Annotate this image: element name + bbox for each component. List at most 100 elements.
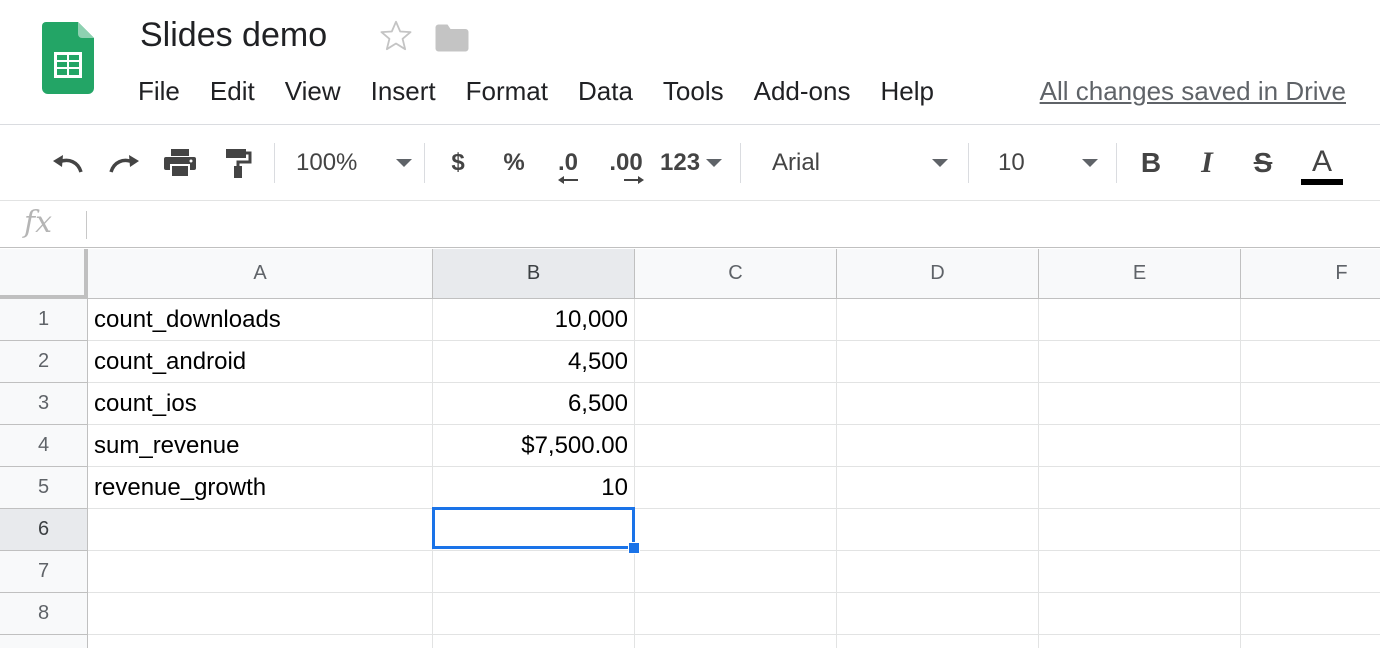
- cell-e9[interactable]: [1039, 635, 1241, 648]
- menu-edit[interactable]: Edit: [195, 74, 270, 108]
- cell-c9[interactable]: [635, 635, 837, 648]
- row-header-1[interactable]: 1: [0, 299, 88, 341]
- cell-e4[interactable]: [1039, 425, 1241, 467]
- sheets-logo-icon[interactable]: [42, 22, 94, 94]
- paint-format-button[interactable]: [218, 125, 258, 201]
- font-size-dropdown[interactable]: 10: [998, 125, 1098, 201]
- column-header-d[interactable]: D: [837, 249, 1039, 299]
- star-icon[interactable]: [378, 18, 414, 54]
- decrease-decimal-button[interactable]: .0: [548, 125, 588, 201]
- cell-b7[interactable]: [433, 551, 635, 593]
- bold-button[interactable]: B: [1136, 125, 1166, 201]
- cell-d1[interactable]: [837, 299, 1039, 341]
- redo-button[interactable]: [104, 125, 144, 201]
- column-header-c[interactable]: C: [635, 249, 837, 299]
- cell-f6[interactable]: [1241, 509, 1380, 551]
- cell-e8[interactable]: [1039, 593, 1241, 635]
- cell-c2[interactable]: [635, 341, 837, 383]
- cell-c1[interactable]: [635, 299, 837, 341]
- cell-d7[interactable]: [837, 551, 1039, 593]
- print-button[interactable]: [160, 125, 200, 201]
- row-header-9[interactable]: [0, 635, 88, 648]
- cell-f7[interactable]: [1241, 551, 1380, 593]
- cell-f8[interactable]: [1241, 593, 1380, 635]
- cell-a5[interactable]: revenue_growth: [88, 467, 433, 509]
- cell-d9[interactable]: [837, 635, 1039, 648]
- column-header-e[interactable]: E: [1039, 249, 1241, 299]
- select-all-corner[interactable]: [0, 249, 88, 299]
- row-header-4[interactable]: 4: [0, 425, 88, 467]
- cell-d3[interactable]: [837, 383, 1039, 425]
- menu-format[interactable]: Format: [451, 74, 563, 108]
- save-status-link[interactable]: All changes saved in Drive: [1040, 74, 1346, 108]
- cell-f5[interactable]: [1241, 467, 1380, 509]
- formula-input[interactable]: [96, 207, 1356, 241]
- column-header-a[interactable]: A: [88, 249, 433, 299]
- cell-e1[interactable]: [1039, 299, 1241, 341]
- menu-help[interactable]: Help: [865, 74, 948, 108]
- cell-b4[interactable]: $7,500.00: [433, 425, 635, 467]
- cell-c4[interactable]: [635, 425, 837, 467]
- cell-b1[interactable]: 10,000: [433, 299, 635, 341]
- cell-b3[interactable]: 6,500: [433, 383, 635, 425]
- cell-e7[interactable]: [1039, 551, 1241, 593]
- row-header-2[interactable]: 2: [0, 341, 88, 383]
- cell-c8[interactable]: [635, 593, 837, 635]
- cell-a4[interactable]: sum_revenue: [88, 425, 433, 467]
- cell-d2[interactable]: [837, 341, 1039, 383]
- cell-c3[interactable]: [635, 383, 837, 425]
- cell-f3[interactable]: [1241, 383, 1380, 425]
- cell-c6[interactable]: [635, 509, 837, 551]
- cell-f9[interactable]: [1241, 635, 1380, 648]
- row-header-6[interactable]: 6: [0, 509, 88, 551]
- row-header-5[interactable]: 5: [0, 467, 88, 509]
- cell-b2[interactable]: 4,500: [433, 341, 635, 383]
- cell-e3[interactable]: [1039, 383, 1241, 425]
- percent-format-button[interactable]: %: [500, 125, 528, 201]
- document-title[interactable]: Slides demo: [140, 16, 327, 55]
- cell-a2[interactable]: count_android: [88, 341, 433, 383]
- folder-icon[interactable]: [434, 22, 470, 54]
- italic-button[interactable]: I: [1192, 125, 1222, 201]
- menu-insert[interactable]: Insert: [356, 74, 451, 108]
- cell-a1[interactable]: count_downloads: [88, 299, 433, 341]
- font-family-dropdown[interactable]: Arial: [772, 125, 948, 201]
- cell-e2[interactable]: [1039, 341, 1241, 383]
- menu-data[interactable]: Data: [563, 74, 648, 108]
- menu-tools[interactable]: Tools: [648, 74, 739, 108]
- zoom-dropdown[interactable]: 100%: [296, 125, 412, 201]
- cell-a3[interactable]: count_ios: [88, 383, 433, 425]
- cell-c7[interactable]: [635, 551, 837, 593]
- row-header-7[interactable]: 7: [0, 551, 88, 593]
- cell-f2[interactable]: [1241, 341, 1380, 383]
- column-header-b[interactable]: B: [433, 249, 635, 299]
- cell-b6[interactable]: [433, 509, 635, 551]
- text-color-button[interactable]: A: [1300, 125, 1344, 201]
- increase-decimal-button[interactable]: .00: [604, 125, 648, 201]
- cell-b9[interactable]: [433, 635, 635, 648]
- cell-d6[interactable]: [837, 509, 1039, 551]
- column-header-f[interactable]: F: [1241, 249, 1380, 299]
- cell-b5[interactable]: 10: [433, 467, 635, 509]
- cell-f4[interactable]: [1241, 425, 1380, 467]
- row-header-8[interactable]: 8: [0, 593, 88, 635]
- menu-add-ons[interactable]: Add-ons: [739, 74, 866, 108]
- cell-d5[interactable]: [837, 467, 1039, 509]
- fill-handle[interactable]: [628, 542, 640, 554]
- more-formats-dropdown[interactable]: 123: [660, 125, 722, 201]
- cell-d4[interactable]: [837, 425, 1039, 467]
- currency-format-button[interactable]: $: [444, 125, 472, 201]
- menu-file[interactable]: File: [138, 74, 195, 108]
- cell-e5[interactable]: [1039, 467, 1241, 509]
- cell-b8[interactable]: [433, 593, 635, 635]
- row-header-3[interactable]: 3: [0, 383, 88, 425]
- cell-c5[interactable]: [635, 467, 837, 509]
- undo-button[interactable]: [48, 125, 88, 201]
- cell-a7[interactable]: [88, 551, 433, 593]
- cell-d8[interactable]: [837, 593, 1039, 635]
- cell-a8[interactable]: [88, 593, 433, 635]
- cell-a9[interactable]: [88, 635, 433, 648]
- menu-view[interactable]: View: [270, 74, 356, 108]
- cell-e6[interactable]: [1039, 509, 1241, 551]
- cell-a6[interactable]: [88, 509, 433, 551]
